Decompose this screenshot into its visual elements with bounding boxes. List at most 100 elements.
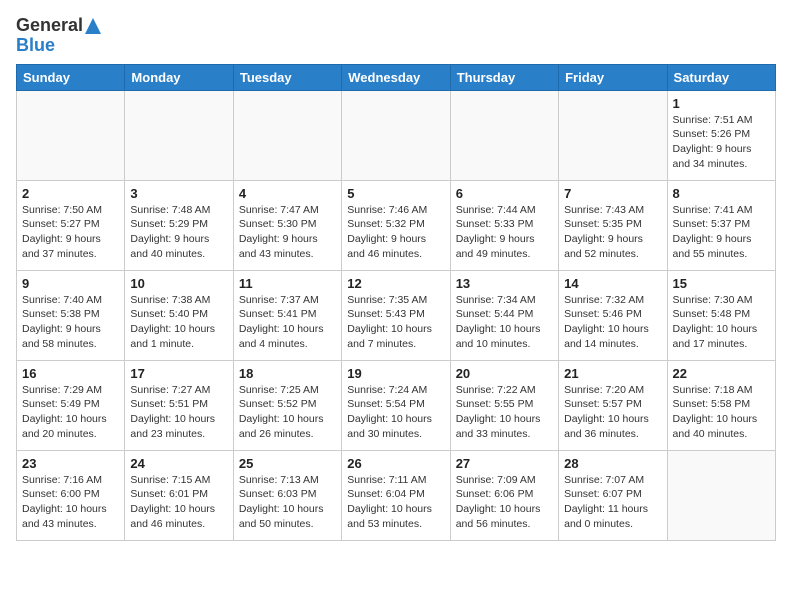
- calendar-week-3: 16 Sunrise: 7:29 AM Sunset: 5:49 PM Dayli…: [17, 360, 776, 450]
- day-number: 11: [239, 276, 336, 291]
- day-number: 10: [130, 276, 227, 291]
- day-details: Sunrise: 7:43 AM Sunset: 5:35 PM Dayligh…: [564, 203, 661, 262]
- day-details: Sunrise: 7:38 AM Sunset: 5:40 PM Dayligh…: [130, 293, 227, 352]
- day-details: Sunrise: 7:29 AM Sunset: 5:49 PM Dayligh…: [22, 383, 119, 442]
- day-number: 3: [130, 186, 227, 201]
- day-number: 14: [564, 276, 661, 291]
- day-details: Sunrise: 7:35 AM Sunset: 5:43 PM Dayligh…: [347, 293, 444, 352]
- day-number: 24: [130, 456, 227, 471]
- calendar-cell: 15 Sunrise: 7:30 AM Sunset: 5:48 PM Dayli…: [667, 270, 775, 360]
- day-number: 16: [22, 366, 119, 381]
- calendar-cell: 10 Sunrise: 7:38 AM Sunset: 5:40 PM Dayli…: [125, 270, 233, 360]
- day-number: 8: [673, 186, 770, 201]
- day-details: Sunrise: 7:46 AM Sunset: 5:32 PM Dayligh…: [347, 203, 444, 262]
- day-details: Sunrise: 7:13 AM Sunset: 6:03 PM Dayligh…: [239, 473, 336, 532]
- calendar-cell: 4 Sunrise: 7:47 AM Sunset: 5:30 PM Daylig…: [233, 180, 341, 270]
- day-details: Sunrise: 7:44 AM Sunset: 5:33 PM Dayligh…: [456, 203, 553, 262]
- day-number: 19: [347, 366, 444, 381]
- calendar-cell: 18 Sunrise: 7:25 AM Sunset: 5:52 PM Dayli…: [233, 360, 341, 450]
- calendar-week-4: 23 Sunrise: 7:16 AM Sunset: 6:00 PM Dayli…: [17, 450, 776, 540]
- day-details: Sunrise: 7:50 AM Sunset: 5:27 PM Dayligh…: [22, 203, 119, 262]
- calendar-week-0: 1 Sunrise: 7:51 AM Sunset: 5:26 PM Daylig…: [17, 90, 776, 180]
- day-details: Sunrise: 7:37 AM Sunset: 5:41 PM Dayligh…: [239, 293, 336, 352]
- calendar-cell: 20Sunrise: 7:22 AM Sunset: 5:55 PM Dayli…: [450, 360, 558, 450]
- day-number: 6: [456, 186, 553, 201]
- day-header-thursday: Thursday: [450, 64, 558, 90]
- calendar-cell: 8 Sunrise: 7:41 AM Sunset: 5:37 PM Daylig…: [667, 180, 775, 270]
- day-details: Sunrise: 7:24 AM Sunset: 5:54 PM Dayligh…: [347, 383, 444, 442]
- day-number: 26: [347, 456, 444, 471]
- day-header-sunday: Sunday: [17, 64, 125, 90]
- day-number: 15: [673, 276, 770, 291]
- day-number: 27: [456, 456, 553, 471]
- day-details: Sunrise: 7:51 AM Sunset: 5:26 PM Dayligh…: [673, 113, 770, 172]
- day-number: 23: [22, 456, 119, 471]
- day-number: 7: [564, 186, 661, 201]
- day-details: Sunrise: 7:09 AM Sunset: 6:06 PM Dayligh…: [456, 473, 553, 532]
- calendar-cell: 6 Sunrise: 7:44 AM Sunset: 5:33 PM Daylig…: [450, 180, 558, 270]
- calendar-body: 1 Sunrise: 7:51 AM Sunset: 5:26 PM Daylig…: [17, 90, 776, 540]
- day-number: 1: [673, 96, 770, 111]
- day-details: Sunrise: 7:25 AM Sunset: 5:52 PM Dayligh…: [239, 383, 336, 442]
- calendar-header-row: SundayMondayTuesdayWednesdayThursdayFrid…: [17, 64, 776, 90]
- day-number: 28: [564, 456, 661, 471]
- logo-general: General: [16, 16, 83, 36]
- page-header: General Blue: [16, 16, 776, 56]
- day-details: Sunrise: 7:32 AM Sunset: 5:46 PM Dayligh…: [564, 293, 661, 352]
- day-details: Sunrise: 7:34 AM Sunset: 5:44 PM Dayligh…: [456, 293, 553, 352]
- day-number: 18: [239, 366, 336, 381]
- day-number: 17: [130, 366, 227, 381]
- day-details: Sunrise: 7:07 AM Sunset: 6:07 PM Dayligh…: [564, 473, 661, 532]
- day-number: 12: [347, 276, 444, 291]
- calendar-cell: 21 Sunrise: 7:20 AM Sunset: 5:57 PM Dayli…: [559, 360, 667, 450]
- logo: General Blue: [16, 16, 103, 56]
- calendar-cell: 12 Sunrise: 7:35 AM Sunset: 5:43 PM Dayli…: [342, 270, 450, 360]
- day-number: 4: [239, 186, 336, 201]
- calendar-week-2: 9Sunrise: 7:40 AM Sunset: 5:38 PM Daylig…: [17, 270, 776, 360]
- day-number: 9: [22, 276, 119, 291]
- day-header-saturday: Saturday: [667, 64, 775, 90]
- calendar-cell: 19 Sunrise: 7:24 AM Sunset: 5:54 PM Dayli…: [342, 360, 450, 450]
- day-number: 5: [347, 186, 444, 201]
- calendar-cell: [233, 90, 341, 180]
- calendar-cell: 27 Sunrise: 7:09 AM Sunset: 6:06 PM Dayli…: [450, 450, 558, 540]
- calendar-cell: 11 Sunrise: 7:37 AM Sunset: 5:41 PM Dayli…: [233, 270, 341, 360]
- calendar-cell: 28 Sunrise: 7:07 AM Sunset: 6:07 PM Dayli…: [559, 450, 667, 540]
- day-number: 20: [456, 366, 553, 381]
- day-number: 25: [239, 456, 336, 471]
- day-details: Sunrise: 7:30 AM Sunset: 5:48 PM Dayligh…: [673, 293, 770, 352]
- day-header-wednesday: Wednesday: [342, 64, 450, 90]
- day-details: Sunrise: 7:48 AM Sunset: 5:29 PM Dayligh…: [130, 203, 227, 262]
- calendar-cell: [17, 90, 125, 180]
- calendar-cell: 16 Sunrise: 7:29 AM Sunset: 5:49 PM Dayli…: [17, 360, 125, 450]
- logo-triangle-icon: [83, 16, 103, 36]
- calendar-cell: 26 Sunrise: 7:11 AM Sunset: 6:04 PM Dayli…: [342, 450, 450, 540]
- calendar-cell: 9Sunrise: 7:40 AM Sunset: 5:38 PM Daylig…: [17, 270, 125, 360]
- calendar-cell: 13Sunrise: 7:34 AM Sunset: 5:44 PM Dayli…: [450, 270, 558, 360]
- calendar-cell: 17Sunrise: 7:27 AM Sunset: 5:51 PM Dayli…: [125, 360, 233, 450]
- day-number: 21: [564, 366, 661, 381]
- day-header-friday: Friday: [559, 64, 667, 90]
- calendar-cell: 14 Sunrise: 7:32 AM Sunset: 5:46 PM Dayli…: [559, 270, 667, 360]
- day-details: Sunrise: 7:16 AM Sunset: 6:00 PM Dayligh…: [22, 473, 119, 532]
- calendar-cell: 24 Sunrise: 7:15 AM Sunset: 6:01 PM Dayli…: [125, 450, 233, 540]
- day-details: Sunrise: 7:11 AM Sunset: 6:04 PM Dayligh…: [347, 473, 444, 532]
- calendar-cell: 1 Sunrise: 7:51 AM Sunset: 5:26 PM Daylig…: [667, 90, 775, 180]
- calendar-cell: [125, 90, 233, 180]
- day-details: Sunrise: 7:47 AM Sunset: 5:30 PM Dayligh…: [239, 203, 336, 262]
- calendar-cell: 7 Sunrise: 7:43 AM Sunset: 5:35 PM Daylig…: [559, 180, 667, 270]
- day-number: 2: [22, 186, 119, 201]
- calendar-table: SundayMondayTuesdayWednesdayThursdayFrid…: [16, 64, 776, 541]
- day-header-monday: Monday: [125, 64, 233, 90]
- day-number: 22: [673, 366, 770, 381]
- day-details: Sunrise: 7:20 AM Sunset: 5:57 PM Dayligh…: [564, 383, 661, 442]
- calendar-cell: [667, 450, 775, 540]
- calendar-cell: 3 Sunrise: 7:48 AM Sunset: 5:29 PM Daylig…: [125, 180, 233, 270]
- calendar-cell: [559, 90, 667, 180]
- calendar-cell: 5 Sunrise: 7:46 AM Sunset: 5:32 PM Daylig…: [342, 180, 450, 270]
- day-details: Sunrise: 7:15 AM Sunset: 6:01 PM Dayligh…: [130, 473, 227, 532]
- calendar-cell: [450, 90, 558, 180]
- calendar-cell: 2 Sunrise: 7:50 AM Sunset: 5:27 PM Daylig…: [17, 180, 125, 270]
- logo-blue: Blue: [16, 36, 55, 56]
- day-details: Sunrise: 7:41 AM Sunset: 5:37 PM Dayligh…: [673, 203, 770, 262]
